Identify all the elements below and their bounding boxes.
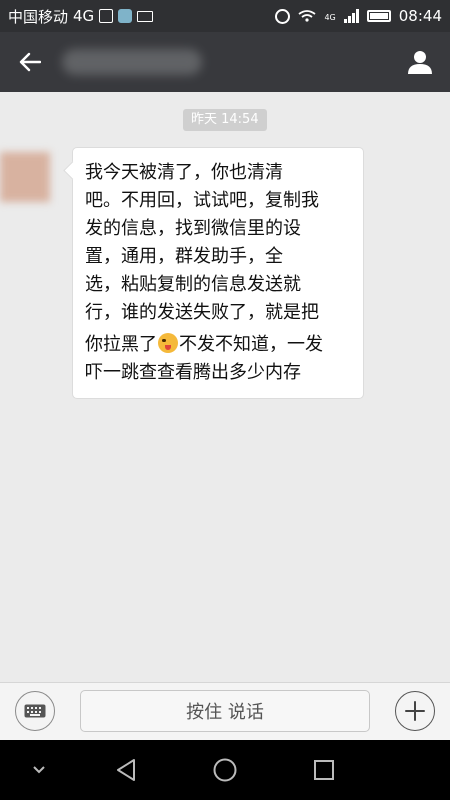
message-text: 你拉黑了: [85, 334, 157, 355]
clock-time: 08:44: [398, 7, 442, 25]
message-line: 吓一跳查查看腾出多少内存: [85, 362, 301, 383]
back-button[interactable]: [0, 32, 60, 92]
network-small-label: 4G: [324, 13, 336, 22]
circle-home-icon: [213, 758, 237, 782]
hide-nav-button[interactable]: [22, 740, 56, 800]
square-recents-icon: [314, 760, 334, 780]
chat-header: [0, 32, 450, 92]
keyboard-toggle-button[interactable]: [15, 691, 55, 731]
image-notification-icon: [99, 9, 114, 23]
signal-icon: [343, 9, 359, 23]
person-icon: [408, 51, 432, 74]
chat-info-button[interactable]: [390, 32, 450, 92]
message-line: 发的信息，找到微信里的设: [85, 218, 301, 239]
input-bar: 按住 说话: [0, 682, 450, 740]
triangle-back-icon: [117, 759, 135, 781]
hold-to-talk-button[interactable]: 按住 说话: [80, 690, 370, 732]
message-line: 吧。不用回，试试吧，复制我: [85, 190, 319, 211]
keyboard-icon: [24, 704, 46, 718]
battery-icon: [366, 10, 391, 22]
back-nav-button[interactable]: [108, 740, 144, 800]
back-arrow-icon: [19, 52, 41, 72]
message-text: 不发不知道，一发: [179, 334, 323, 355]
message-line: 行，谁的发送失败了，就是把: [85, 302, 319, 323]
alarm-icon: [275, 8, 291, 24]
plus-icon: [405, 701, 425, 721]
message-line: 选，粘贴复制的信息发送就: [85, 274, 301, 295]
recents-nav-button[interactable]: [306, 740, 342, 800]
message-timestamp: 昨天 14:54: [183, 109, 267, 131]
tongue-out-emoji-icon: [158, 333, 178, 353]
wifi-icon: [298, 10, 317, 22]
keyboard-notification-icon: [137, 10, 154, 22]
carrier-name: 中国移动: [8, 7, 69, 26]
message-line: 我今天被清了，你也清清: [85, 162, 283, 183]
message-line: 置，通用，群发助手，全: [85, 246, 283, 267]
more-options-button[interactable]: [395, 691, 435, 731]
message-line-with-emoji: 你拉黑了 不发不知道，一发: [85, 331, 355, 359]
system-navigation-bar: [0, 740, 450, 800]
chat-area[interactable]: 昨天 14:54 我今天被清了，你也清清 吧。不用回，试试吧，复制我 发的信息，…: [0, 92, 450, 682]
network-type: 4G: [73, 7, 95, 25]
message-bubble[interactable]: 我今天被清了，你也清清 吧。不用回，试试吧，复制我 发的信息，找到微信里的设 置…: [72, 147, 364, 399]
home-nav-button[interactable]: [207, 740, 243, 800]
contact-name-blurred: [62, 49, 202, 75]
app-notification-icon: [118, 9, 133, 23]
status-bar: 中国移动 4G 4G 08:44: [0, 0, 450, 32]
chevron-down-icon: [33, 766, 45, 774]
avatar[interactable]: [0, 152, 50, 202]
